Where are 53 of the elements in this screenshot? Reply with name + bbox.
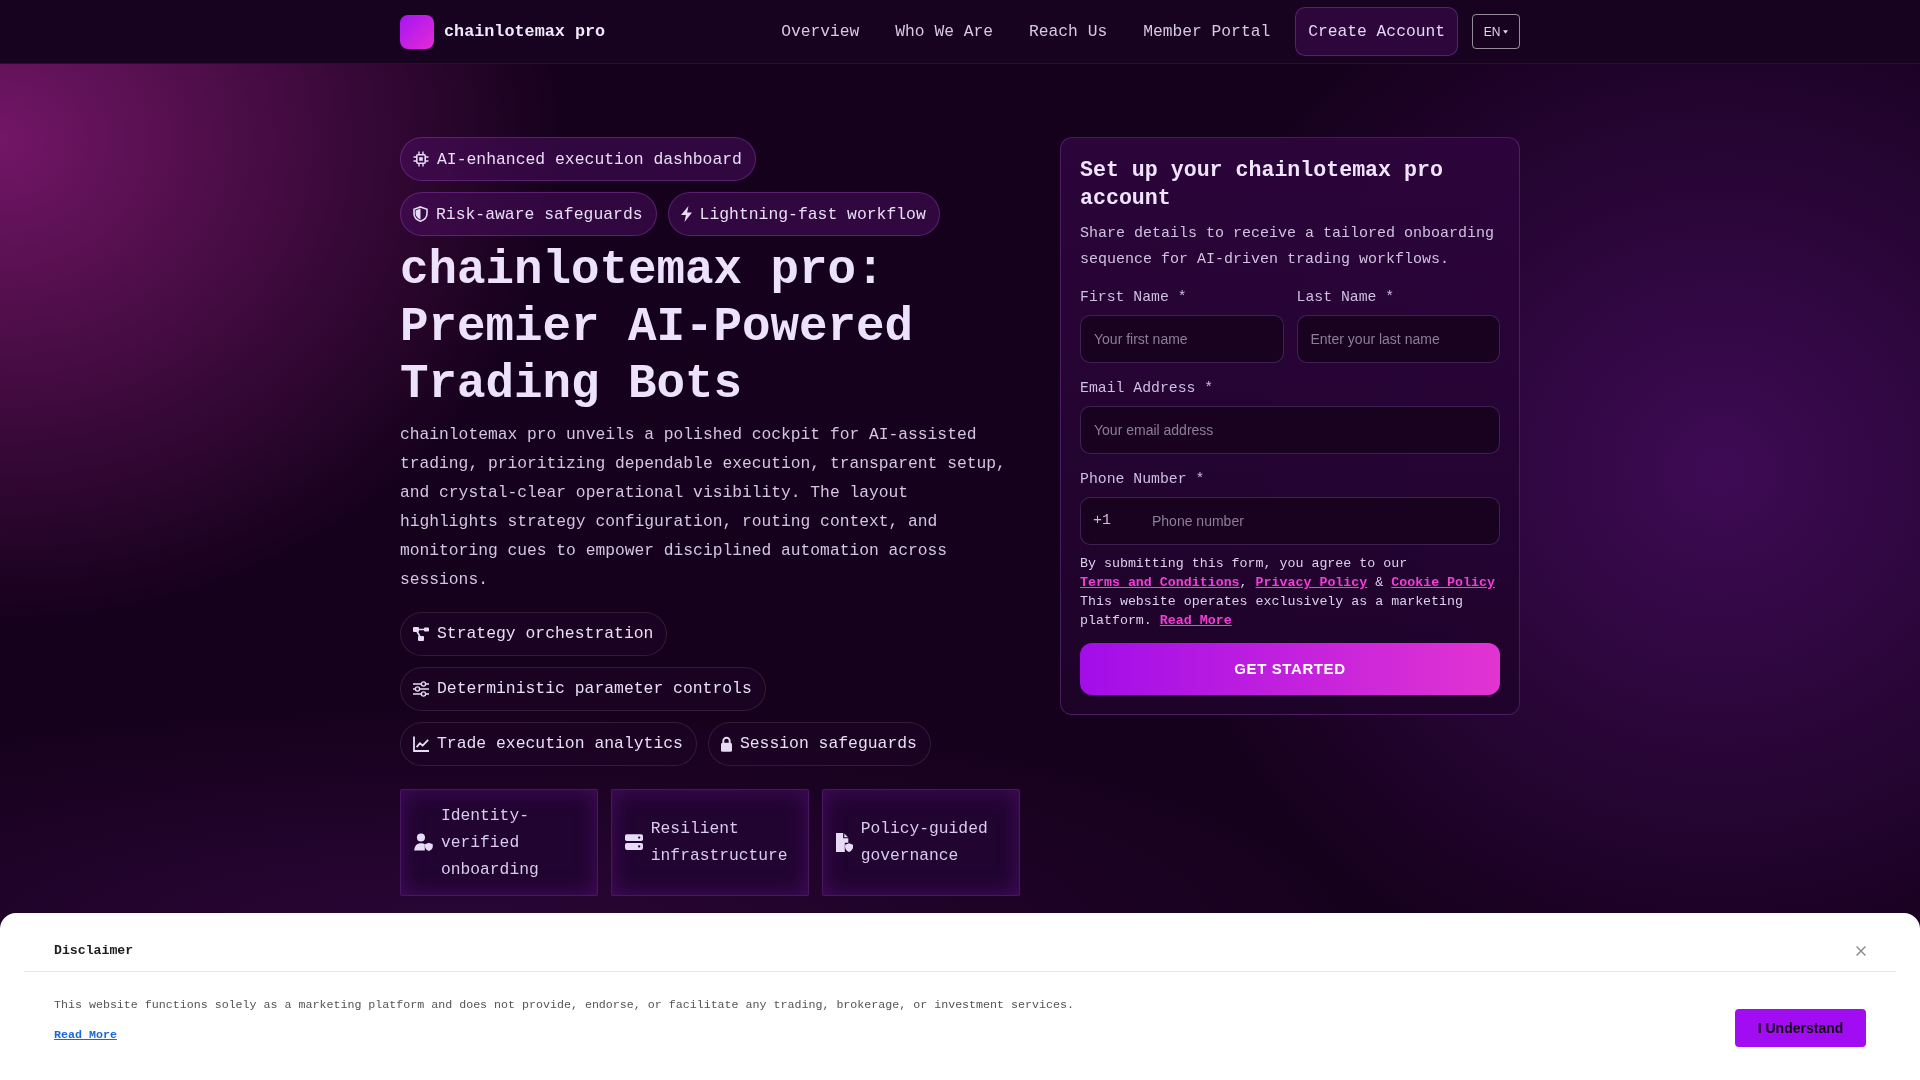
field-label: Email Address * <box>1080 378 1214 397</box>
hero-title: chainlotemax pro: Premier AI-Powered Trading Bots <box>400 241 915 413</box>
disclaimer-title: Disclaimer <box>54 943 134 959</box>
close-button[interactable] <box>1856 946 1866 956</box>
tag-label: Lightning-fast workflow <box>699 204 926 224</box>
card-label: Identity-verified onboarding <box>441 804 540 881</box>
read-more-link[interactable]: Read More <box>54 1026 117 1044</box>
tag-label: Trade execution analytics <box>437 734 683 753</box>
connected-nodes-icon <box>413 626 429 641</box>
card-label: Policy-guided governance <box>860 818 989 867</box>
get-started-button[interactable]: GET STARTED <box>1080 642 1500 695</box>
text-input[interactable]: Enter your last name <box>1296 314 1500 363</box>
text-link[interactable]: Read More <box>1159 612 1232 628</box>
lock-icon <box>720 735 732 752</box>
nav-link[interactable]: Overview <box>781 22 860 41</box>
tag-label: Risk-aware safeguards <box>436 204 643 224</box>
consent-text: By submitting this form, you agree to our Terms and Conditions, Privacy Policy & Cookie Policy This website operates exclusively as a marketing platform. Read More <box>1080 554 1496 630</box>
nav-link[interactable]: Member Portal <box>1143 22 1271 41</box>
email-input[interactable]: Your email address <box>1080 405 1500 454</box>
close-icon <box>1856 946 1866 956</box>
tag-label: Deterministic parameter controls <box>437 679 752 698</box>
field-label: Phone Number * <box>1080 469 1205 488</box>
understand-button[interactable]: I Understand <box>1735 1009 1866 1047</box>
nav-link[interactable]: Who We Are <box>895 22 993 41</box>
sliders-icon <box>413 680 429 697</box>
nav-link[interactable]: Reach Us <box>1029 22 1108 41</box>
line-chart-icon <box>413 735 429 752</box>
text-input[interactable]: Your first name <box>1080 314 1284 363</box>
language-button[interactable]: EN <box>1472 14 1520 49</box>
tag-label: Session safeguards <box>739 734 917 753</box>
form-title: Set up your chainlotemax pro account <box>1080 157 1444 212</box>
chip-icon <box>413 151 429 167</box>
create-account-button[interactable]: Create Account <box>1295 7 1458 56</box>
field-label: Last Name * <box>1296 287 1395 306</box>
text-link[interactable]: Privacy Policy <box>1255 574 1368 590</box>
logo-icon <box>400 14 434 49</box>
text-link[interactable]: Cookie Policy <box>1391 574 1495 590</box>
hero-description: chainlotemax pro unveils a polished cockpit for AI-assisted trading, prioritizing dependable execution, transparent setup, and crystal-clear operational visibility. The layout highlights strategy configuration, routing context, and monitoring cues to empower disciplined automation across sessions. <box>400 424 1007 591</box>
disclaimer-text: This website functions solely as a marketing platform and does not provide, endorse, or facilitate any trading, brokerage, or investment services. <box>54 997 1074 1013</box>
caret-icon <box>1503 29 1509 34</box>
document-shield-icon <box>835 832 853 852</box>
shield-icon <box>413 206 428 222</box>
server-icon <box>624 834 643 850</box>
card-label: Resilient infrastructure <box>650 818 789 867</box>
user-shield-icon <box>414 833 433 851</box>
tag-label: AI-enhanced execution dashboard <box>437 149 742 169</box>
brand-name: chainlotemax pro <box>444 22 606 41</box>
country-code: +1 <box>1093 511 1111 530</box>
form-description: Share details to receive a tailored onboarding sequence for AI-driven trading workflows. <box>1080 224 1496 271</box>
tag-label: Strategy orchestration <box>437 624 654 643</box>
text-link[interactable]: Terms and Conditions <box>1080 574 1240 590</box>
field-label: First Name * <box>1080 287 1187 306</box>
lightning-icon <box>680 206 692 222</box>
